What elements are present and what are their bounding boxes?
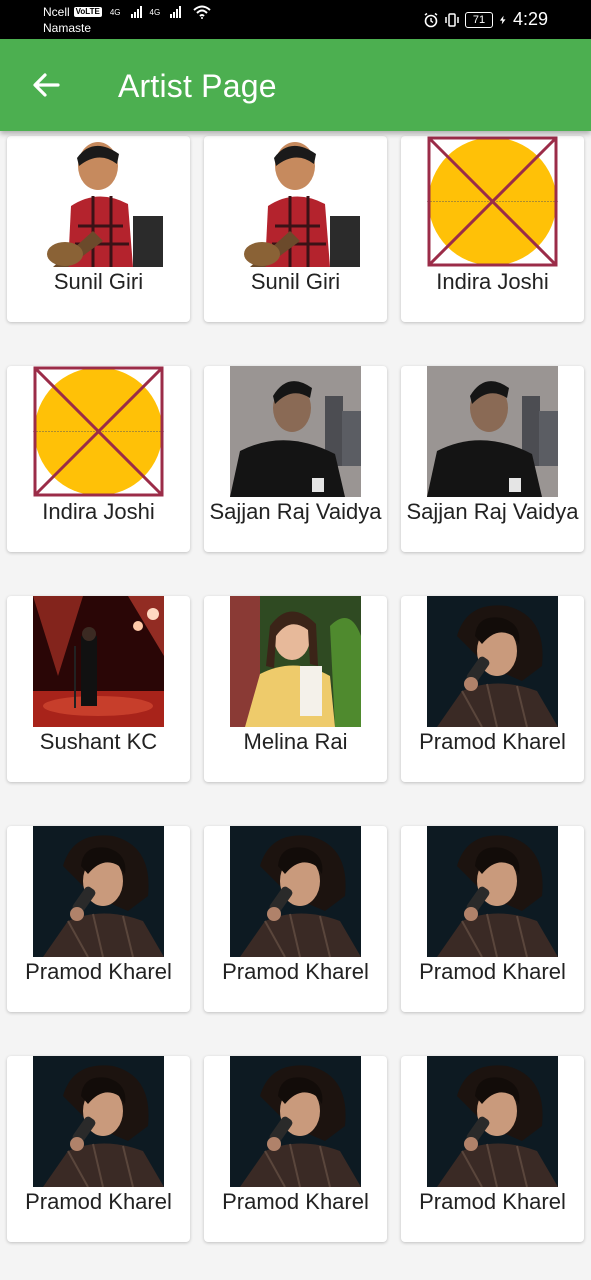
artist-photo: [230, 1056, 361, 1187]
artist-card[interactable]: Melina Rai: [204, 596, 387, 782]
artist-card[interactable]: Sajjan Raj Vaidya: [204, 366, 387, 552]
charging-icon: [499, 15, 506, 24]
artist-name: Pramod Kharel: [25, 959, 172, 984]
signal-icon: [170, 6, 182, 18]
artist-card[interactable]: Pramod Kharel: [7, 826, 190, 1012]
artist-card[interactable]: Sunil Giri: [7, 136, 190, 322]
arrow-back-icon: [33, 73, 60, 97]
status-right: 71 4:29: [423, 9, 548, 30]
artist-card[interactable]: Sunil Giri: [204, 136, 387, 322]
artist-photo: [427, 596, 558, 727]
artist-name: Indira Joshi: [436, 269, 549, 294]
signal-icon: [130, 6, 142, 18]
broken-image-icon: [427, 136, 558, 267]
artist-name: Sajjan Raj Vaidya: [209, 499, 382, 524]
artist-name: Sajjan Raj Vaidya: [406, 499, 579, 524]
volte-badge: VoLTE: [73, 7, 102, 17]
artist-photo: [230, 366, 361, 497]
alarm-icon: [424, 12, 438, 27]
status-bar: Ncell VoLTE 4G 4G Namaste 71 4:29: [0, 0, 591, 39]
artist-card[interactable]: Sajjan Raj Vaidya: [401, 366, 584, 552]
wifi-icon: [193, 5, 211, 19]
artist-photo: [427, 366, 558, 497]
clock-time: 4:29: [512, 9, 548, 29]
artist-name: Pramod Kharel: [25, 1189, 172, 1214]
artist-photo: [230, 136, 361, 267]
artist-photo: [427, 1056, 558, 1187]
artist-card[interactable]: Pramod Kharel: [204, 1056, 387, 1242]
artist-name: Pramod Kharel: [419, 729, 566, 754]
artist-name: Sunil Giri: [250, 269, 341, 294]
battery-icon: 71: [464, 11, 493, 28]
network-name: Namaste: [43, 21, 92, 35]
artist-card[interactable]: Pramod Kharel: [401, 596, 584, 782]
artist-photo: [33, 596, 164, 727]
network-type-2: 4G: [149, 7, 161, 17]
artist-card[interactable]: Pramod Kharel: [401, 1056, 584, 1242]
vibrate-icon: [445, 12, 459, 27]
artist-name: Pramod Kharel: [222, 959, 369, 984]
artist-name: Sunil Giri: [53, 269, 144, 294]
artist-card[interactable]: Indira Joshi: [7, 366, 190, 552]
artist-card[interactable]: Sushant KC: [7, 596, 190, 782]
artist-name: Pramod Kharel: [222, 1189, 369, 1214]
artist-name: Sushant KC: [39, 729, 158, 754]
artist-name: Pramod Kharel: [419, 959, 566, 984]
artist-card[interactable]: Pramod Kharel: [7, 1056, 190, 1242]
artist-photo: [33, 136, 164, 267]
artist-card[interactable]: Pramod Kharel: [204, 826, 387, 1012]
app-bar: Artist Page: [0, 39, 591, 131]
artist-card[interactable]: Indira Joshi: [401, 136, 584, 322]
artist-card[interactable]: Pramod Kharel: [401, 826, 584, 1012]
artist-photo: [230, 826, 361, 957]
artist-name: Melina Rai: [243, 729, 348, 754]
artist-name: Pramod Kharel: [419, 1189, 566, 1214]
artist-photo: [33, 826, 164, 957]
carrier-name: Ncell: [43, 4, 70, 19]
artist-photo: [33, 1056, 164, 1187]
artist-photo: [427, 826, 558, 957]
carrier-row: Ncell VoLTE 4G 4G: [43, 5, 211, 19]
broken-image-icon: [33, 366, 164, 497]
artist-photo: [230, 596, 361, 727]
network-type-1: 4G: [109, 7, 121, 17]
page-title: Artist Page: [118, 68, 277, 104]
artist-name: Indira Joshi: [42, 499, 155, 524]
back-button[interactable]: [28, 67, 64, 103]
